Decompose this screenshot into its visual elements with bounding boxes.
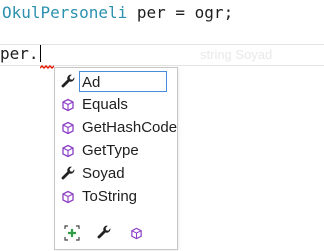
completion-item-label: Soyad [82,165,125,182]
code-text: per = ogr; [127,3,234,22]
completion-item-tostring[interactable]: ToString [57,185,175,208]
completion-list[interactable]: Ad Equals GetHashCode GetType Soyad ToSt… [54,67,178,250]
quick-info-ghost-text: string Soyad [200,47,273,62]
completion-filter-bar [59,221,149,245]
code-line-2[interactable]: per. [0,43,324,65]
completion-item-label: Ad [79,71,167,92]
wrench-icon [57,163,79,185]
properties-filter-icon[interactable] [91,221,117,245]
method-cube-icon [57,140,79,162]
completion-item-equals[interactable]: Equals [57,93,175,116]
method-cube-icon [57,94,79,116]
completion-item-gethashcode[interactable]: GetHashCode [57,116,178,139]
code-line-1: OkulPersoneli per = ogr; [2,2,233,24]
methods-filter-icon[interactable] [123,221,149,245]
text-caret [39,45,41,62]
type-name: OkulPersoneli [2,3,128,22]
method-cube-icon [57,117,79,139]
completion-item-soyad[interactable]: Soyad [57,162,175,185]
completion-item-gettype[interactable]: GetType [57,139,175,162]
completion-item-ad[interactable]: Ad [57,70,175,93]
error-squiggle [40,65,54,69]
completion-item-label: GetType [82,142,139,159]
completion-item-label: ToString [82,188,138,205]
code-text: per. [0,44,39,63]
wrench-icon [57,71,79,93]
completion-item-label: Equals [82,96,128,113]
completion-item-label: GetHashCode [82,119,178,136]
method-cube-icon [57,186,79,208]
expand-members-icon[interactable] [59,221,85,245]
